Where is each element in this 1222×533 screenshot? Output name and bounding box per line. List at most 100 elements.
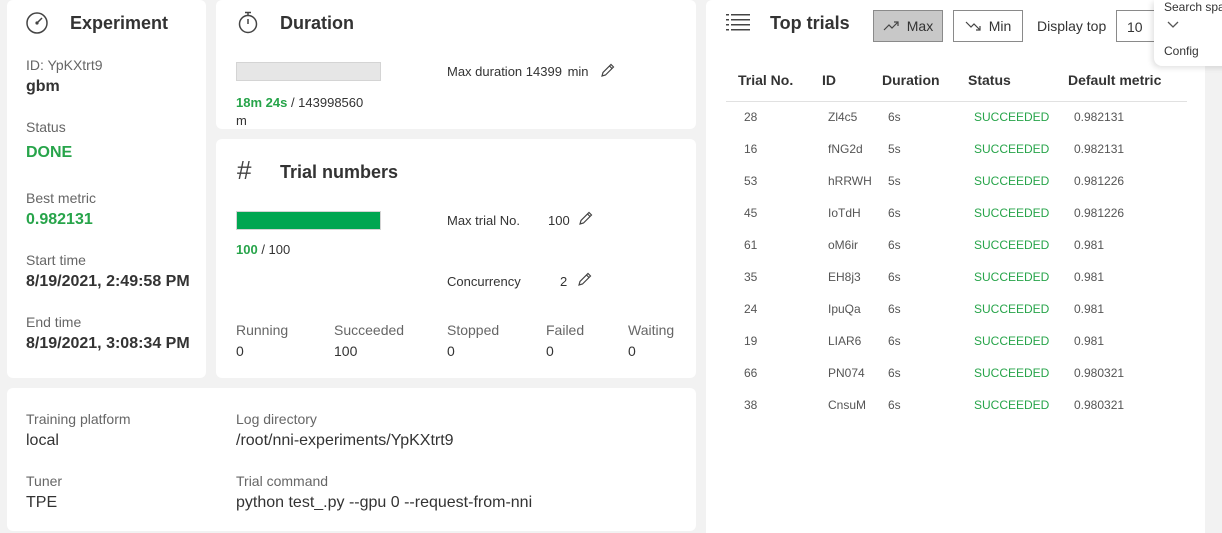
stopwatch-icon [238,11,258,34]
cell-duration: 6s [888,302,901,316]
duration-unit: m [236,113,247,128]
cell-trial-no: 35 [744,270,758,284]
search-space-link[interactable]: Search spa [1164,0,1222,14]
top-trials-card: Top trials Max Min Display top 10 Trial … [706,0,1205,533]
cell-duration: 6s [888,334,901,348]
duration-progress-text: 18m 24s / 143998560 m [236,94,363,130]
top-trials-body: 28 Zl4c5 6s SUCCEEDED 0.982131 16 fNG2d 5s SUCCE… [726,101,1187,421]
table-row[interactable]: 66 PN074 6s SUCCEEDED 0.980321 [726,357,1187,389]
stat-running-label: Running [236,322,289,338]
cell-trial-no: 28 [744,110,758,125]
cell-status: SUCCEEDED [974,238,1050,252]
col-status[interactable]: Status [968,60,1068,102]
cell-default-metric: 0.981226 [1074,174,1125,188]
config-link[interactable]: Config [1164,44,1199,58]
concurrency-label: Concurrency [447,274,521,289]
cell-id: CnsuM [828,398,867,412]
cell-duration: 5s [888,174,901,188]
cell-default-metric: 0.981 [1074,270,1105,284]
cell-duration: 6s [888,110,901,125]
cell-trial-no: 66 [744,366,758,380]
chevron-down-icon[interactable] [1166,20,1180,30]
table-row[interactable]: 16 fNG2d 5s SUCCEEDED 0.982131 [726,133,1187,165]
cell-default-metric: 0.981 [1074,334,1105,348]
tuner-label: Tuner [26,473,63,489]
table-row[interactable]: 61 oM6ir 6s SUCCEEDED 0.981 [726,229,1187,261]
min-button-label: Min [988,18,1012,34]
cell-id: IoTdH [828,206,861,220]
table-row[interactable]: 35 EH8j3 6s SUCCEEDED 0.981 [726,261,1187,293]
max-button-label: Max [906,18,934,34]
display-top-value: 10 [1127,19,1143,35]
cell-status: SUCCEEDED [974,334,1050,348]
pencil-icon[interactable] [600,62,616,78]
max-duration-unit: min [567,64,589,79]
command-value: python test_.py --gpu 0 --request-from-n… [236,494,533,511]
start-time-value: 8/19/2021, 2:49:58 PM [26,273,190,290]
cell-default-metric: 0.981226 [1074,206,1125,220]
end-time-label: End time [26,314,82,330]
duration-total: 143998560 [298,95,364,110]
stat-failed-label: Failed [546,322,585,338]
max-trial-value: 100 [548,213,570,228]
table-row[interactable]: 19 LIAR6 6s SUCCEEDED 0.981 [726,325,1187,357]
top-trials-title: Top trials [770,13,850,33]
concurrency-value: 2 [560,274,568,289]
status-value: DONE [26,144,73,161]
best-metric-value: 0.982131 [26,211,93,228]
table-row[interactable]: 53 hRRWH 5s SUCCEEDED 0.981226 [726,165,1187,197]
table-row[interactable]: 45 IoTdH 6s SUCCEEDED 0.981226 [726,197,1187,229]
cell-id: EH8j3 [828,270,861,284]
cell-trial-no: 24 [744,302,758,316]
side-menu: Search spa Config [1154,0,1222,66]
table-row[interactable]: 38 CnsuM 6s SUCCEEDED 0.980321 [726,389,1187,421]
logdir-value: /root/nni-experiments/YpKXtrt9 [236,432,454,449]
trials-total: 100 [268,242,291,257]
cell-duration: 6s [888,398,901,412]
cell-status: SUCCEEDED [974,270,1050,284]
config-info-card: Training platform local Log directory /r… [7,388,696,531]
trial-numbers-card: # Trial numbers 100 / 100 Max trial No. … [216,139,696,378]
hash-icon: # [237,155,252,185]
speedometer-icon [26,12,48,34]
cell-default-metric: 0.982131 [1074,142,1125,156]
cell-id: IpuQa [828,302,861,316]
max-button[interactable]: Max [873,10,943,42]
cell-status: SUCCEEDED [974,110,1050,125]
stat-waiting-value: 0 [628,343,636,359]
cell-trial-no: 19 [744,334,758,348]
table-header-row: Trial No. ID Duration Status Default met… [726,60,1187,102]
cell-status: SUCCEEDED [974,366,1050,380]
duration-separator: / [287,95,299,110]
pencil-icon[interactable] [577,271,593,287]
cell-id: fNG2d [828,142,863,156]
col-default-metric[interactable]: Default metric [1068,60,1187,102]
platform-value: local [26,432,59,449]
min-button[interactable]: Min [953,10,1023,42]
col-trial-no[interactable]: Trial No. [726,60,812,102]
command-label: Trial command [236,473,329,489]
cell-default-metric: 0.981 [1074,238,1105,252]
cell-trial-no: 45 [744,206,758,220]
max-trial-label: Max trial No. [447,213,520,228]
col-duration[interactable]: Duration [882,60,968,102]
cell-default-metric: 0.980321 [1074,366,1125,380]
table-row[interactable]: 28 Zl4c5 6s SUCCEEDED 0.982131 [726,101,1187,133]
trials-done: 100 [236,242,258,257]
cell-status: SUCCEEDED [974,302,1050,316]
cell-trial-no: 38 [744,398,758,412]
status-label: Status [26,119,66,135]
stat-failed-value: 0 [546,343,554,359]
cell-duration: 6s [888,270,901,284]
pencil-icon[interactable] [578,210,594,226]
stat-waiting-label: Waiting [628,322,675,338]
top-trials-table: Trial No. ID Duration Status Default met… [726,60,1187,421]
cell-id: Zl4c5 [828,110,858,125]
logdir-label: Log directory [236,411,317,427]
cell-trial-no: 61 [744,238,758,252]
stat-succeeded-value: 100 [334,343,358,359]
table-row[interactable]: 24 IpuQa 6s SUCCEEDED 0.981 [726,293,1187,325]
cell-status: SUCCEEDED [974,206,1050,220]
cell-status: SUCCEEDED [974,174,1050,188]
col-id[interactable]: ID [812,60,882,102]
